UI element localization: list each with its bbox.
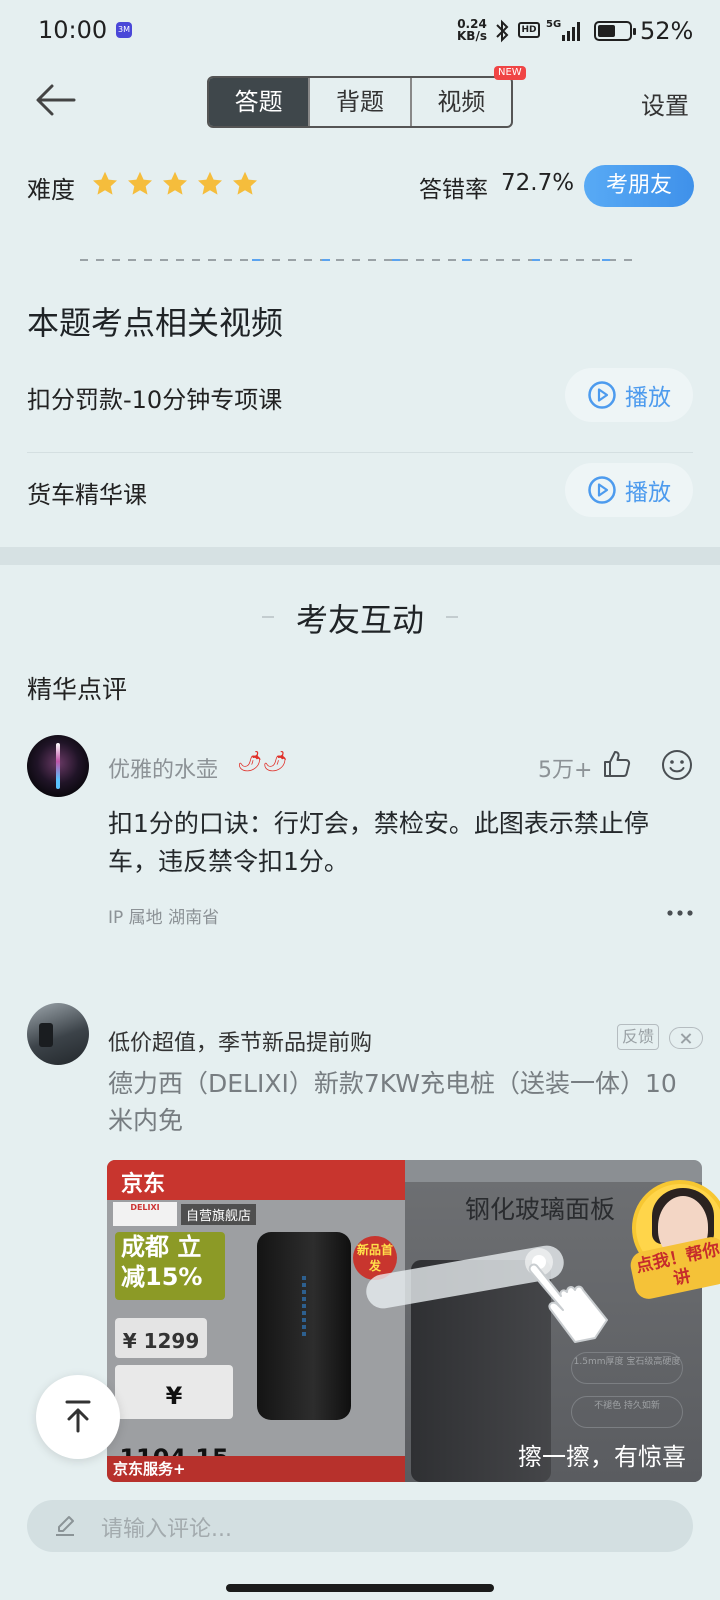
ad-avatar	[27, 1003, 89, 1065]
video-name: 货车精华课	[27, 481, 147, 509]
comment-username[interactable]: 优雅的水壶	[108, 752, 218, 784]
like-count: 5万+	[538, 758, 593, 783]
charger-image	[257, 1232, 351, 1420]
ad-title[interactable]: 德力西（DELIXI）新款7KW充电桩（送装一体）10米内免	[108, 1065, 698, 1139]
thumbs-up-icon[interactable]	[602, 749, 632, 779]
difficulty-label: 难度	[27, 176, 75, 204]
settings-button[interactable]: 设置	[641, 86, 689, 121]
price-original: ¥ 1299	[115, 1318, 207, 1358]
exam-friend-button[interactable]: 考朋友	[584, 165, 694, 207]
star-icon	[128, 171, 152, 195]
status-time: 10:00	[38, 16, 108, 44]
comment-placeholder: 请输入评论...	[101, 1517, 232, 1542]
avatar[interactable]	[27, 735, 89, 797]
dashed-divider	[80, 259, 640, 261]
difficulty-stars	[91, 170, 259, 198]
title-decoration	[446, 616, 458, 618]
promo-text: 成都 立减15%	[115, 1232, 225, 1300]
arrow-up-icon	[65, 1400, 91, 1433]
help-assistant-badge[interactable]: 点我！帮你讲	[628, 1180, 720, 1302]
video-name: 扣分罚款-10分钟专项课	[27, 386, 283, 414]
star-icon	[163, 171, 187, 195]
battery-percent: 52%	[640, 17, 694, 45]
ad-headline[interactable]: 低价超值，季节新品提前购	[108, 1025, 372, 1057]
jd-service-bar: 京东服务+	[107, 1456, 405, 1482]
tab-video[interactable]: 视频	[412, 78, 511, 126]
price-discount: ¥ 1104.15	[115, 1365, 233, 1472]
signal-icon: 5G	[546, 19, 580, 41]
play-circle-icon	[588, 476, 616, 504]
hd-icon: HD	[518, 22, 540, 38]
tab-memorize[interactable]: 背题	[310, 78, 412, 126]
ad-image[interactable]: 京东 DELIXI 自营旗舰店 成都 立减15% ¥ 1299 ¥ 1104.1…	[107, 1160, 702, 1482]
store-tag: 自营旗舰店	[181, 1204, 257, 1225]
error-rate-label: 答错率	[419, 177, 488, 203]
interaction-title: 考友互动	[295, 601, 424, 639]
comment-text: 扣1分的口诀：行灯会，禁检安。此图表示禁止停车，违反禁令扣1分。	[108, 809, 649, 876]
more-options-icon[interactable]	[666, 908, 694, 918]
pointing-hand-icon	[525, 1248, 608, 1343]
video-item: 扣分罚款-10分钟专项课 播放	[27, 366, 693, 426]
row-divider	[27, 452, 693, 453]
close-icon[interactable]	[669, 1027, 703, 1049]
app-notification-icon: 3M	[116, 22, 132, 38]
new-badge: NEW	[494, 66, 526, 80]
home-indicator[interactable]	[226, 1584, 494, 1592]
pencil-icon	[56, 1516, 74, 1536]
play-circle-icon	[588, 381, 616, 409]
related-videos-title: 本题考点相关视频	[27, 304, 284, 342]
battery-icon	[594, 21, 636, 41]
delixi-logo: DELIXI	[113, 1202, 177, 1226]
emoji-reaction-icon[interactable]	[661, 749, 693, 781]
network-speed: 0.24 KB/s	[457, 17, 487, 43]
star-icon	[198, 171, 222, 195]
play-label: 播放	[625, 480, 671, 506]
star-icon	[93, 171, 117, 195]
bluetooth-icon	[496, 19, 509, 43]
video-item: 货车精华课 播放	[27, 461, 693, 521]
ad-feedback-button[interactable]: 反馈	[617, 1024, 659, 1050]
pepper-emoji: 🌶🌶	[237, 749, 288, 773]
svg-text:5G: 5G	[546, 19, 561, 30]
play-button[interactable]: 播放	[565, 368, 693, 422]
scratch-prompt: 擦一擦，有惊喜	[518, 1443, 686, 1471]
feature-badge: 不褪色 持久如新	[571, 1396, 683, 1428]
back-arrow-icon[interactable]	[34, 82, 78, 118]
section-divider	[0, 547, 720, 565]
star-icon	[233, 171, 257, 195]
play-label: 播放	[625, 385, 671, 411]
scroll-to-top-button[interactable]	[36, 1375, 120, 1459]
featured-comments-label: 精华点评	[27, 675, 128, 704]
jd-logo: 京东	[121, 1172, 166, 1197]
tab-answer[interactable]: 答题	[209, 78, 311, 126]
ip-location: IP 属地 湖南省	[108, 908, 220, 928]
play-button[interactable]: 播放	[565, 463, 693, 517]
comment-input[interactable]: 请输入评论...	[27, 1500, 693, 1552]
error-rate-value: 72.7%	[501, 170, 575, 196]
mode-tabs: 答题 背题 视频	[207, 76, 513, 128]
glass-panel-text: 钢化玻璃面板	[465, 1195, 616, 1224]
ad-product-panel: 京东 DELIXI 自营旗舰店 成都 立减15% ¥ 1299 ¥ 1104.1…	[107, 1160, 405, 1482]
feature-badge: 1.5mm厚度 宝石级高硬度	[571, 1352, 683, 1384]
